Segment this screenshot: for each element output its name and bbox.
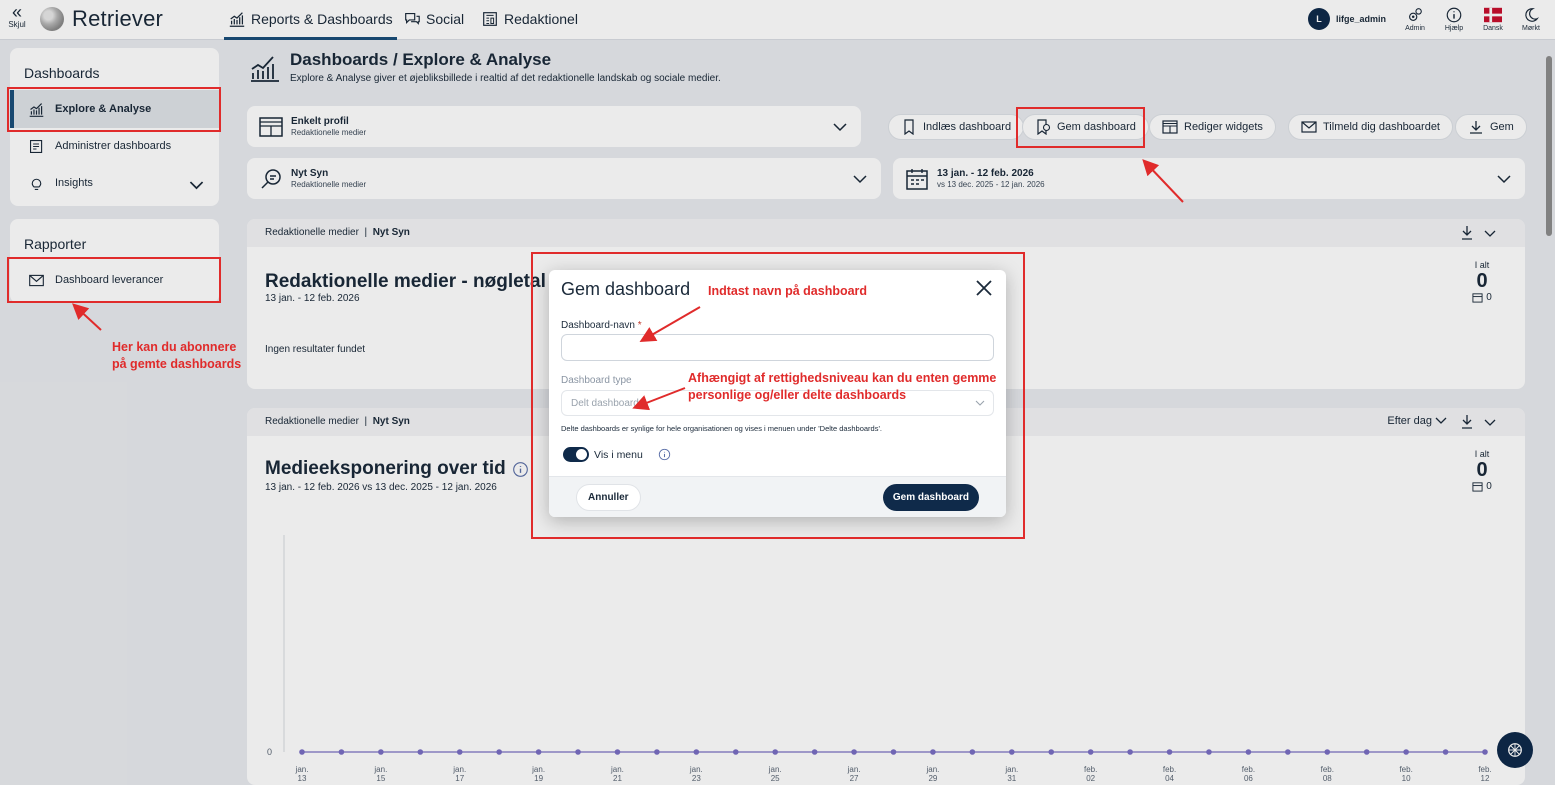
annotation-box-save: [1016, 107, 1145, 148]
annotation-type-note: Afhængigt af rettighedsniveau kan du ent…: [688, 371, 997, 402]
annotation-name-note: Indtast navn på dashboard: [708, 284, 868, 298]
annotation-box-explore: [7, 87, 221, 132]
annotation-subscribe-note: Her kan du abonnere på gemte dashboards: [112, 340, 242, 371]
annotation-box-leverancer: [7, 257, 221, 303]
